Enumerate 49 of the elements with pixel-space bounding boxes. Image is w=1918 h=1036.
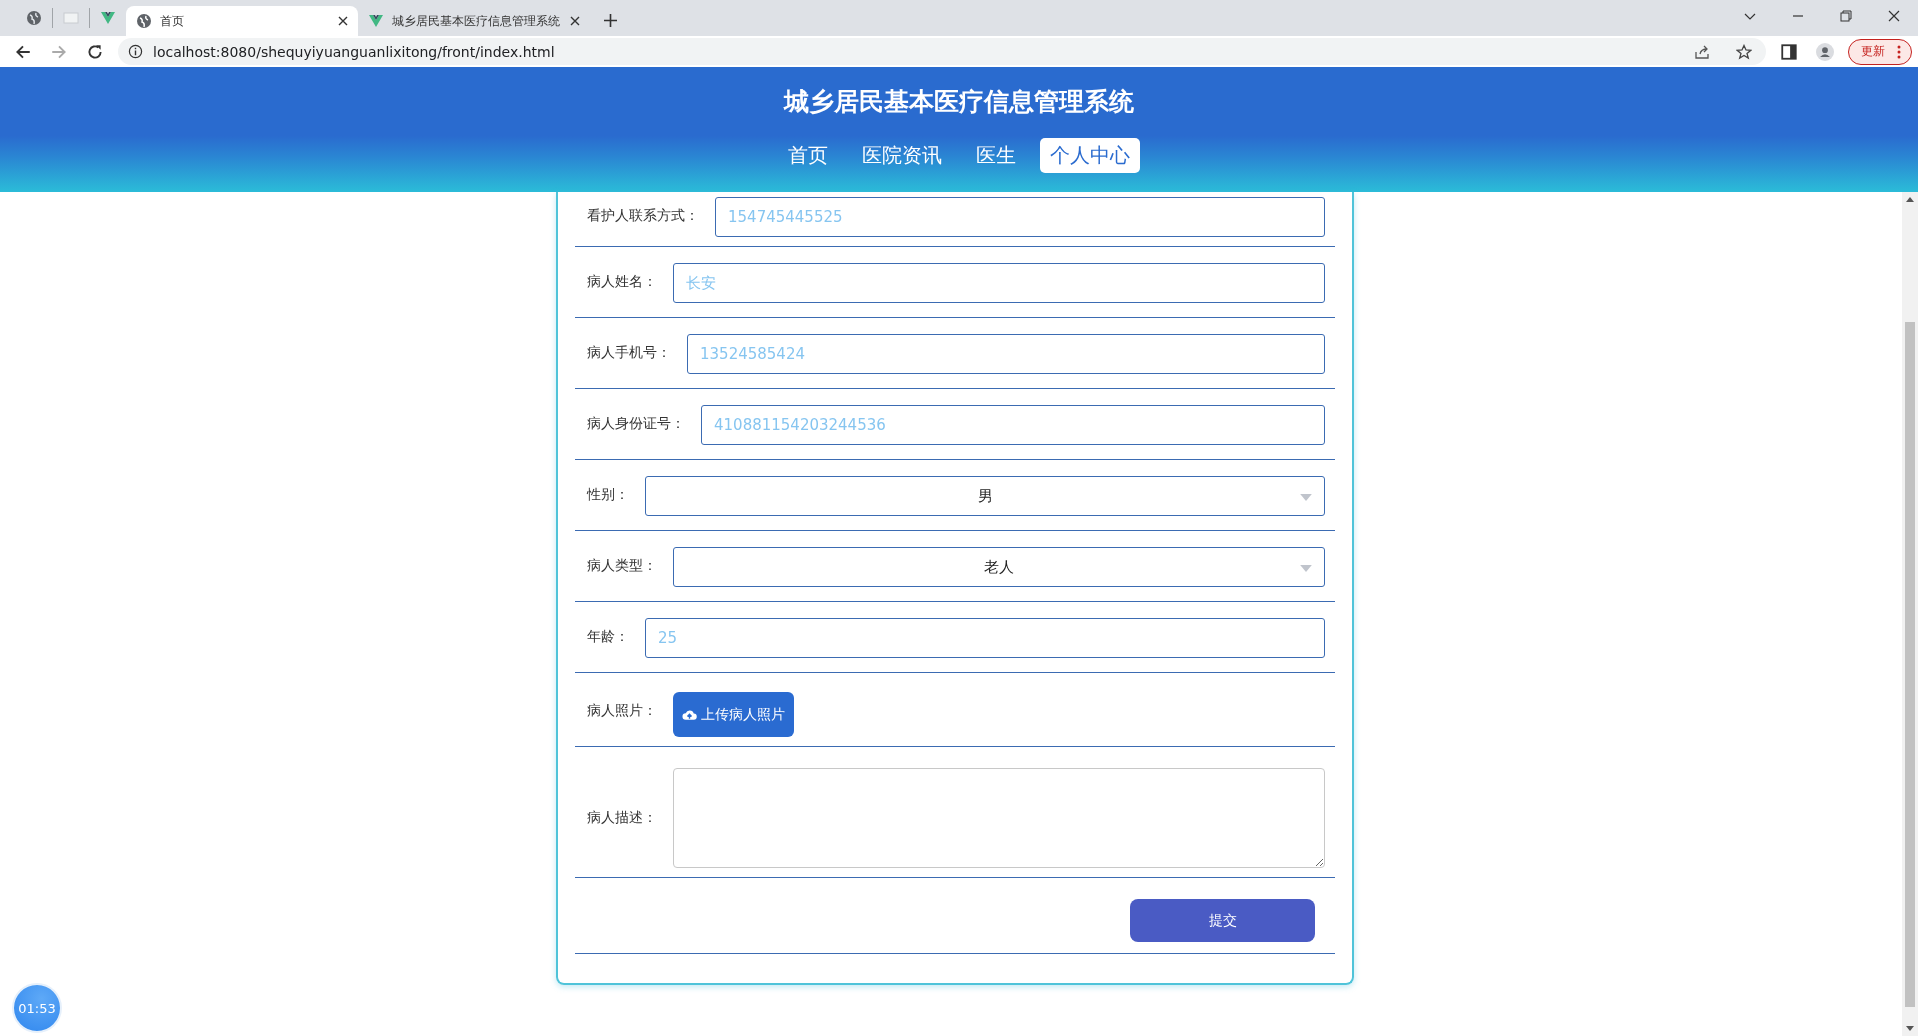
field-label: 病人照片： — [587, 702, 657, 720]
cloud-upload-icon — [682, 708, 697, 721]
upload-button[interactable]: 上传病人照片 — [673, 692, 794, 737]
v-logo-icon — [368, 13, 384, 29]
field-label: 病人手机号： — [587, 344, 671, 362]
restore-icon[interactable] — [1840, 10, 1852, 22]
field-label: 看护人联系方式： — [587, 207, 699, 225]
address-bar[interactable]: localhost:8080/shequyiyuanguanlixitong/front/index.html — [118, 38, 1766, 65]
info-icon — [128, 44, 143, 59]
profile-icon[interactable] — [1816, 42, 1834, 61]
nav-link[interactable]: 医生 — [966, 138, 1026, 173]
scroll-up-icon[interactable] — [1906, 197, 1914, 202]
browser-tab[interactable]: 城乡居民基本医疗信息管理系统 — [358, 6, 590, 36]
close-icon[interactable] — [1888, 10, 1900, 22]
site-title: 城乡居民基本医疗信息管理系统 — [784, 86, 1134, 118]
browser-tab[interactable]: 首页 — [126, 6, 358, 36]
field-label: 病人类型： — [587, 557, 657, 575]
more-icon — [1897, 44, 1901, 59]
select-field[interactable]: 男 — [645, 476, 1325, 516]
submit-button[interactable]: 提交 — [1130, 899, 1315, 942]
caret-icon — [1300, 565, 1312, 572]
globe-icon — [136, 13, 152, 29]
scroll-down-icon[interactable] — [1906, 1026, 1914, 1031]
globe-icon[interactable] — [26, 10, 42, 26]
nav-link[interactable]: 个人中心 — [1040, 138, 1140, 173]
field-label: 病人描述： — [587, 809, 657, 827]
nav-link[interactable]: 首页 — [778, 138, 838, 173]
share-icon[interactable] — [1694, 43, 1710, 60]
v-logo-icon[interactable] — [100, 10, 116, 26]
new-tab-icon[interactable] — [604, 14, 617, 27]
side-panel-icon[interactable] — [1780, 42, 1798, 61]
scrollbar[interactable] — [1902, 192, 1918, 1036]
tab-title: 首页 — [160, 12, 185, 30]
update-button[interactable]: 更新 — [1848, 38, 1912, 65]
url-text: localhost:8080/shequyiyuanguanlixitong/front/index.html — [153, 43, 555, 60]
reload-icon[interactable] — [86, 42, 104, 61]
field-label: 病人姓名： — [587, 273, 657, 291]
close-icon[interactable] — [570, 16, 580, 26]
timer-badge: 01:53 — [12, 983, 62, 1033]
field-label: 年龄： — [587, 628, 629, 646]
nav-link[interactable]: 医院资讯 — [852, 138, 952, 173]
close-icon[interactable] — [338, 16, 348, 26]
tab-title: 城乡居民基本医疗信息管理系统 — [392, 12, 561, 30]
description-field[interactable] — [673, 768, 1325, 868]
caret-icon — [1300, 494, 1312, 501]
select-field[interactable]: 老人 — [673, 547, 1325, 587]
field-label: 病人身份证号： — [587, 415, 685, 433]
field-label: 性别： — [587, 486, 629, 504]
star-icon[interactable] — [1736, 43, 1752, 60]
